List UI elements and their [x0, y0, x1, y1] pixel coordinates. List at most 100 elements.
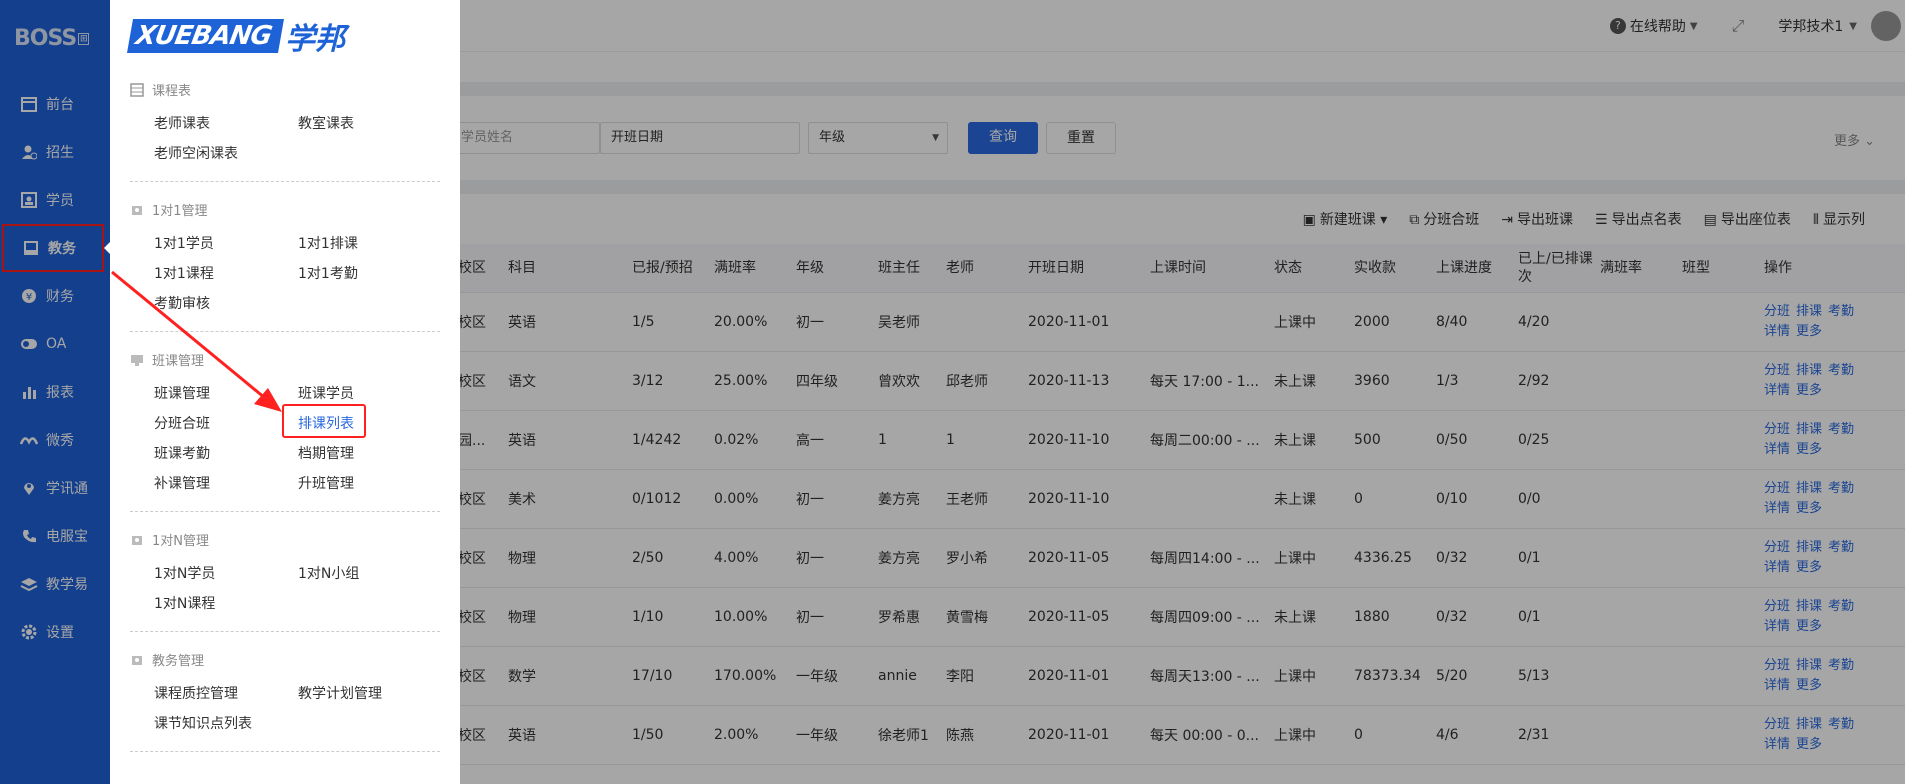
link-1n-students[interactable]: 1对N学员 [154, 563, 215, 583]
export-roll-button[interactable]: ☰ 导出点名表 [1595, 209, 1682, 229]
link-1on1-students[interactable]: 1对1学员 [154, 233, 214, 253]
row-action-more[interactable]: 更多 [1796, 324, 1822, 339]
row-action-details[interactable]: 详情 [1764, 501, 1790, 516]
export-class-button[interactable]: ⇥ 导出班课 [1501, 209, 1573, 229]
row-action-split[interactable]: 分班 [1764, 717, 1790, 732]
sidebar-item-dianfubao[interactable]: 电服宝 [0, 512, 110, 560]
row-action-details[interactable]: 详情 [1764, 737, 1790, 752]
show-columns-button[interactable]: ⦀ 显示列 [1813, 209, 1865, 229]
sidebar-item-finance[interactable]: ¥ 财务 [0, 272, 110, 320]
row-action-split[interactable]: 分班 [1764, 304, 1790, 319]
sidebar-item-jiaoxueyi[interactable]: 教学易 [0, 560, 110, 608]
question-icon: ? [1609, 18, 1626, 34]
row-action-more[interactable]: 更多 [1796, 560, 1822, 575]
link-class-students[interactable]: 班课学员 [298, 383, 354, 403]
divider [130, 631, 440, 632]
sidebar-item-students[interactable]: 学员 [0, 176, 110, 224]
link-makeup-class[interactable]: 补课管理 [154, 473, 210, 493]
sidebar-item-enroll[interactable]: 招生 [0, 128, 110, 176]
row-action-split[interactable]: 分班 [1764, 658, 1790, 673]
menu-pointer [104, 240, 112, 256]
sidebar-item-weixiu[interactable]: 微秀 [0, 416, 110, 464]
sidebar-item-academic[interactable]: 教务 [2, 224, 104, 272]
row-action-more[interactable]: 更多 [1796, 737, 1822, 752]
row-action-attendance[interactable]: 考勤 [1828, 422, 1854, 437]
row-action-schedule[interactable]: 排课 [1796, 599, 1822, 614]
sidebar-item-xuexuntong[interactable]: 学讯通 [0, 464, 110, 512]
row-action-more[interactable]: 更多 [1796, 442, 1822, 457]
sidebar-item-frontdesk[interactable]: 前台 [0, 80, 110, 128]
row-action-attendance[interactable]: 考勤 [1828, 304, 1854, 319]
row-action-details[interactable]: 详情 [1764, 560, 1790, 575]
table-cell: 徐老师1 [878, 705, 946, 765]
link-quality-control[interactable]: 课程质控管理 [154, 683, 238, 703]
row-action-details[interactable]: 详情 [1764, 619, 1790, 634]
row-action-split[interactable]: 分班 [1764, 481, 1790, 496]
row-action-attendance[interactable]: 考勤 [1828, 540, 1854, 555]
row-action-details[interactable]: 详情 [1764, 678, 1790, 693]
table-cell: 王老师 [946, 469, 1028, 529]
boss-logo[interactable]: BOSS ⊞ [14, 26, 89, 51]
avatar[interactable] [1871, 11, 1901, 41]
row-action-details[interactable]: 详情 [1764, 324, 1790, 339]
table-cell: 一年级 [796, 646, 878, 706]
sidebar-item-oa[interactable]: OA [0, 320, 110, 368]
table-cell: 高一 [796, 410, 878, 470]
link-slot-management[interactable]: 档期管理 [298, 443, 354, 463]
grade-select[interactable]: 年级 ▼ [808, 122, 948, 154]
row-action-schedule[interactable]: 排课 [1796, 481, 1822, 496]
link-promotion[interactable]: 升班管理 [298, 473, 354, 493]
link-split-merge[interactable]: 分班合班 [154, 413, 210, 433]
fullscreen-icon[interactable]: ⤢ [1732, 16, 1745, 36]
row-action-schedule[interactable]: 排课 [1796, 422, 1822, 437]
link-1on1-attendance[interactable]: 1对1考勤 [298, 263, 358, 283]
row-action-attendance[interactable]: 考勤 [1828, 658, 1854, 673]
row-action-split[interactable]: 分班 [1764, 540, 1790, 555]
row-action-details[interactable]: 详情 [1764, 442, 1790, 457]
row-action-more[interactable]: 更多 [1796, 619, 1822, 634]
row-action-split[interactable]: 分班 [1764, 599, 1790, 614]
row-action-details[interactable]: 详情 [1764, 383, 1790, 398]
row-action-schedule[interactable]: 排课 [1796, 363, 1822, 378]
link-attendance-review[interactable]: 考勤审核 [154, 293, 210, 313]
link-class-attendance[interactable]: 班课考勤 [154, 443, 210, 463]
new-class-button[interactable]: ▣ 新建班课 ▾ [1303, 209, 1388, 229]
link-1n-courses[interactable]: 1对N课程 [154, 593, 215, 613]
help-link[interactable]: ? 在线帮助 ▼ [1609, 16, 1698, 36]
query-button[interactable]: 查询 [968, 122, 1038, 154]
row-action-more[interactable]: 更多 [1796, 383, 1822, 398]
user-menu[interactable]: 学邦技术1 ▼ [1778, 16, 1857, 36]
reset-button[interactable]: 重置 [1046, 122, 1116, 154]
row-action-attendance[interactable]: 考勤 [1828, 717, 1854, 732]
divider [130, 181, 440, 182]
start-date-input[interactable]: 开班日期 [600, 122, 800, 154]
header-cell: 科目 [508, 244, 632, 293]
link-teaching-plan[interactable]: 教学计划管理 [298, 683, 382, 703]
link-teacher-schedule[interactable]: 老师课表 [154, 113, 210, 133]
row-action-more[interactable]: 更多 [1796, 678, 1822, 693]
row-action-schedule[interactable]: 排课 [1796, 658, 1822, 673]
link-1on1-courses[interactable]: 1对1课程 [154, 263, 214, 283]
student-name-input[interactable]: 学员姓名 [450, 122, 600, 154]
link-1n-groups[interactable]: 1对N小组 [298, 563, 359, 583]
row-action-schedule[interactable]: 排课 [1796, 540, 1822, 555]
link-1on1-scheduling[interactable]: 1对1排课 [298, 233, 358, 253]
group-title-label: 教务管理 [152, 654, 205, 669]
sidebar-item-settings[interactable]: 设置 [0, 608, 110, 656]
more-filters-toggle[interactable]: 更多 ⌄ [1834, 130, 1875, 149]
row-action-split[interactable]: 分班 [1764, 363, 1790, 378]
row-action-attendance[interactable]: 考勤 [1828, 599, 1854, 614]
row-action-more[interactable]: 更多 [1796, 501, 1822, 516]
split-merge-button[interactable]: ⧉ 分班合班 [1409, 209, 1479, 229]
row-action-schedule[interactable]: 排课 [1796, 717, 1822, 732]
link-class-management[interactable]: 班课管理 [154, 383, 210, 403]
export-seat-button[interactable]: ▤ 导出座位表 [1704, 209, 1791, 229]
link-teacher-free-schedule[interactable]: 老师空闲课表 [154, 143, 238, 163]
link-room-schedule[interactable]: 教室课表 [298, 113, 354, 133]
row-action-attendance[interactable]: 考勤 [1828, 481, 1854, 496]
sidebar-item-reports[interactable]: 报表 [0, 368, 110, 416]
link-knowledge-points[interactable]: 课节知识点列表 [154, 713, 252, 733]
row-action-split[interactable]: 分班 [1764, 422, 1790, 437]
row-action-attendance[interactable]: 考勤 [1828, 363, 1854, 378]
row-action-schedule[interactable]: 排课 [1796, 304, 1822, 319]
